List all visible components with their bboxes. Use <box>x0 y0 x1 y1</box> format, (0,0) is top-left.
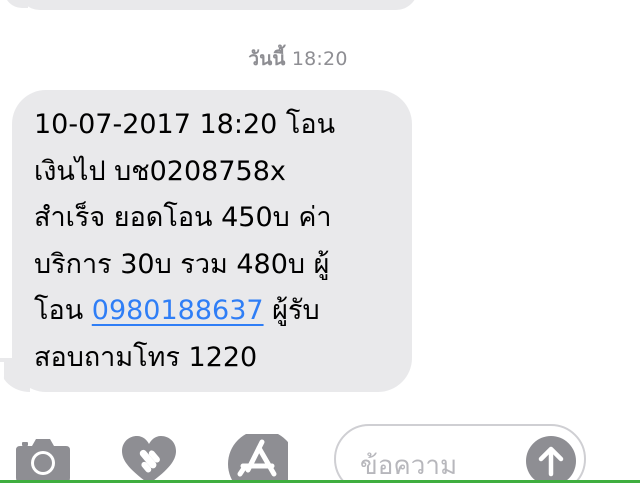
heart-digital-touch-icon <box>122 436 176 483</box>
app-store-button[interactable] <box>226 430 296 483</box>
timestamp-time: 18:20 <box>291 48 348 70</box>
arrow-up-icon <box>538 446 564 477</box>
message-line-4: บริการ 30บ รวม 480บ ผู้ <box>34 248 330 280</box>
send-button[interactable] <box>526 436 576 483</box>
message-input-placeholder: ข้อความ <box>360 451 458 481</box>
message-line-5-suffix: ผู้รับ <box>263 295 320 326</box>
app-store-icon <box>228 430 296 483</box>
message-line-2: เงินไป บช0208758x <box>34 155 286 187</box>
messages-screen: วันนี้ 18:20 10-07-2017 18:20 โอน เงินไป… <box>0 0 640 483</box>
message-line-3: สำเร็จ ยอดโอน 450บ ค่า <box>34 202 332 233</box>
camera-button[interactable] <box>12 434 74 483</box>
message-line-6: สอบถามโทร 1220 <box>34 341 258 373</box>
message-text: 10-07-2017 18:20 โอน เงินไป บช0208758x ส… <box>34 102 406 381</box>
message-input[interactable]: ข้อความ <box>334 424 586 483</box>
digital-touch-button[interactable] <box>118 434 180 483</box>
previous-message-bubble[interactable] <box>18 0 418 10</box>
timestamp-day: วันนี้ <box>248 48 286 70</box>
message-line-1: 10-07-2017 18:20 โอน <box>34 109 336 140</box>
message-line-5-prefix: โอน <box>34 295 92 326</box>
phone-number-link[interactable]: 0980188637 <box>92 295 264 326</box>
previous-message-tail <box>4 0 28 8</box>
message-line-5: โอน 0980188637 ผู้รับ <box>34 288 406 335</box>
message-timestamp: วันนี้ 18:20 <box>0 44 596 74</box>
camera-icon <box>16 439 70 482</box>
message-bubble-tail-cut <box>0 362 4 396</box>
